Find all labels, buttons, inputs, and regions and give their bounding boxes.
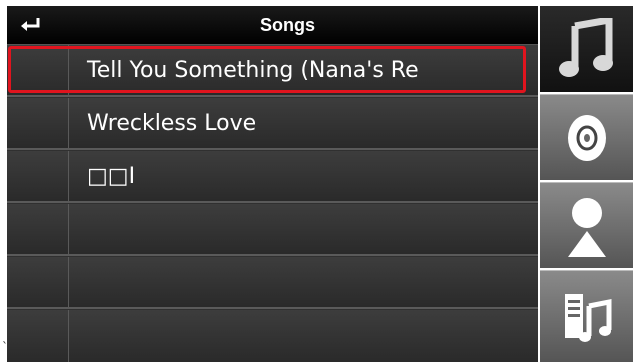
tab-artists[interactable] bbox=[540, 182, 633, 268]
song-row[interactable] bbox=[7, 310, 538, 362]
music-note-icon bbox=[558, 18, 613, 77]
row-index-cell bbox=[7, 98, 69, 148]
row-index-cell bbox=[7, 257, 69, 307]
tab-songs[interactable] bbox=[540, 6, 633, 92]
row-index-cell bbox=[7, 45, 69, 95]
song-row[interactable]: □□I bbox=[7, 151, 538, 203]
row-index-cell bbox=[7, 151, 69, 201]
song-title: Wreckless Love bbox=[87, 110, 257, 136]
song-row[interactable]: Tell You Something (Nana's Re bbox=[7, 45, 538, 97]
row-index-cell bbox=[7, 204, 69, 254]
song-row[interactable]: Wreckless Love bbox=[7, 98, 538, 150]
category-sidebar bbox=[540, 6, 633, 362]
tab-playlists[interactable] bbox=[540, 270, 633, 362]
song-list-panel: Songs Tell You Something (Nana's Re Wrec… bbox=[7, 6, 538, 362]
song-list: Tell You Something (Nana's Re Wreckless … bbox=[7, 45, 538, 362]
song-title: Tell You Something (Nana's Re bbox=[87, 57, 419, 83]
page-title: Songs bbox=[259, 14, 315, 35]
row-index-cell bbox=[7, 310, 69, 362]
song-row[interactable] bbox=[7, 204, 538, 256]
header-bar: Songs bbox=[7, 6, 538, 45]
disc-icon bbox=[567, 114, 606, 161]
person-icon bbox=[567, 197, 606, 257]
song-row[interactable] bbox=[7, 257, 538, 309]
tab-albums[interactable] bbox=[540, 94, 633, 180]
stray-mark: ` bbox=[2, 340, 8, 354]
music-app-screen: Songs Tell You Something (Nana's Re Wrec… bbox=[0, 0, 633, 362]
playlist-icon bbox=[564, 293, 611, 342]
song-title: □□I bbox=[87, 163, 136, 189]
